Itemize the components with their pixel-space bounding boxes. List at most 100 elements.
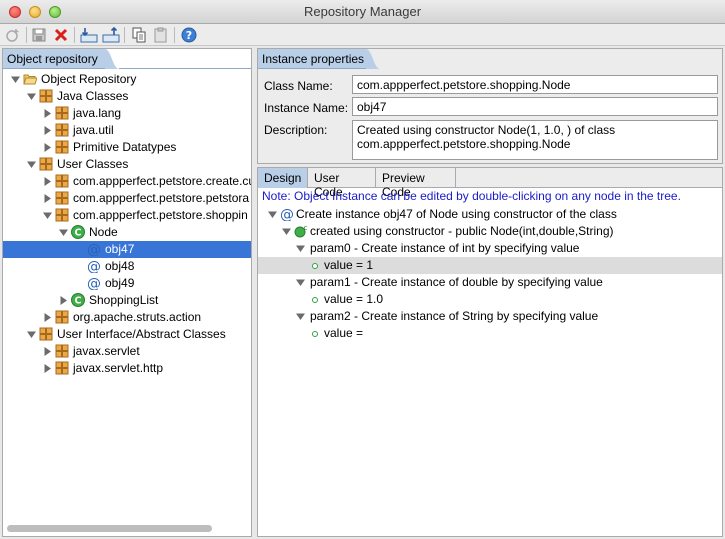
design-node[interactable]: value = 1.0 (258, 291, 722, 308)
instance-properties-panel: Instance properties Class Name: com.appp… (257, 48, 723, 164)
collapsed-arrow-icon[interactable] (43, 347, 52, 356)
collapsed-arrow-icon[interactable] (43, 313, 52, 322)
title-bar: Repository Manager (0, 0, 725, 24)
tree-node[interactable]: com.appperfect.petstore.create.cu (3, 173, 251, 190)
tree-node[interactable]: Primitive Datatypes (3, 139, 251, 156)
tree-node-label: java.lang (73, 106, 122, 120)
expanded-arrow-icon[interactable] (282, 227, 291, 236)
tree-node[interactable]: @ obj47 (3, 241, 251, 258)
design-node-label: created using constructor - public Node(… (310, 224, 614, 238)
design-node[interactable]: @ Create instance obj47 of Node using con… (258, 206, 722, 223)
scrollbar-thumb[interactable] (7, 525, 212, 532)
toolbar-separator (74, 27, 75, 43)
tree-node[interactable]: User Classes (3, 156, 251, 173)
tree-node[interactable]: javax.servlet (3, 343, 251, 360)
edit-note: Note: Object Instance can be edited by d… (262, 189, 681, 203)
tree-node[interactable]: @ obj48 (3, 258, 251, 275)
collapsed-arrow-icon[interactable] (43, 143, 52, 152)
tree-node-label: Primitive Datatypes (73, 140, 177, 154)
tree-node[interactable]: @ obj49 (3, 275, 251, 292)
tree-node[interactable]: Java Classes (3, 88, 251, 105)
instance-icon: @ (87, 259, 101, 275)
import-icon[interactable] (80, 26, 98, 44)
expanded-arrow-icon[interactable] (43, 211, 52, 220)
collapsed-arrow-icon[interactable] (43, 126, 52, 135)
package-icon (55, 191, 69, 205)
tree-node-label: com.appperfect.petstore.petstora (73, 191, 250, 205)
tab-design[interactable]: Design (258, 168, 308, 188)
tree-node[interactable]: javax.servlet.http (3, 360, 251, 377)
tree-node[interactable]: C ShoppingList (3, 292, 251, 309)
design-node[interactable]: value = (258, 325, 722, 342)
tree-node-label: Object Repository (41, 72, 137, 86)
tree-node[interactable]: org.apache.struts.action (3, 309, 251, 326)
tab-user-code[interactable]: User Code (308, 168, 376, 199)
expanded-arrow-icon[interactable] (296, 244, 305, 253)
copy-icon[interactable] (130, 26, 148, 44)
tree-node[interactable]: java.lang (3, 105, 251, 122)
tree-node[interactable]: com.appperfect.petstore.petstora (3, 190, 251, 207)
expanded-arrow-icon[interactable] (27, 160, 36, 169)
tree-node[interactable]: Object Repository (3, 71, 251, 88)
design-vertical-scrollbar[interactable] (712, 188, 722, 536)
class-icon: C (71, 225, 85, 239)
export-icon[interactable] (102, 26, 120, 44)
package-icon (55, 208, 69, 222)
tree-node[interactable]: com.appperfect.petstore.shoppin (3, 207, 251, 224)
expanded-arrow-icon[interactable] (59, 228, 68, 237)
tree-node[interactable]: C Node (3, 224, 251, 241)
expanded-arrow-icon[interactable] (296, 312, 305, 321)
delete-icon[interactable] (52, 26, 70, 44)
constructor-icon: c (294, 224, 308, 238)
design-panel: Design User Code Preview Code Note: Obje… (257, 167, 723, 537)
object-repository-tab[interactable]: Object repository (3, 49, 119, 69)
design-node[interactable]: value = 1 (258, 257, 722, 274)
collapsed-arrow-icon[interactable] (43, 364, 52, 373)
design-node[interactable]: param1 - Create instance of double by sp… (258, 274, 722, 291)
class-name-field[interactable]: com.appperfect.petstore.shopping.Node (352, 75, 718, 94)
tree-node-label: obj47 (105, 242, 135, 256)
toolbar-separator (26, 27, 27, 43)
paste-icon[interactable] (152, 26, 170, 44)
tab-design-label: Design (264, 171, 302, 185)
help-icon[interactable]: ? (180, 26, 198, 44)
instance-icon: @ (280, 207, 294, 223)
description-field[interactable]: Created using constructor Node(1, 1.0, )… (352, 120, 718, 160)
tree-node[interactable]: java.util (3, 122, 251, 139)
svg-text:C: C (75, 228, 82, 239)
description-line: Created using constructor Node(1, 1.0, )… (357, 123, 616, 137)
save-icon[interactable] (30, 26, 48, 44)
design-node[interactable]: c created using constructor - public Node… (258, 223, 722, 240)
value-node-icon (312, 297, 318, 303)
design-node-label: value = (324, 326, 364, 340)
window-title: Repository Manager (303, 4, 422, 19)
design-node[interactable]: param2 - Create instance of String by sp… (258, 308, 722, 325)
tree-node[interactable]: User Interface/Abstract Classes (3, 326, 251, 343)
expanded-arrow-icon[interactable] (268, 210, 277, 219)
instance-name-label: Instance Name: (264, 101, 349, 115)
collapsed-arrow-icon[interactable] (43, 109, 52, 118)
description-label: Description: (264, 123, 328, 137)
design-tabs: Design User Code Preview Code (258, 168, 722, 199)
design-node[interactable]: param0 - Create instance of int by speci… (258, 240, 722, 257)
tree-node-label: Node (89, 225, 118, 239)
instance-name-field[interactable]: obj47 (352, 97, 718, 116)
tree-horizontal-scrollbar[interactable] (5, 522, 249, 534)
tree-node-label: com.appperfect.petstore.create.cu (73, 174, 251, 188)
package-icon (55, 310, 69, 324)
folder-open-icon (23, 72, 38, 86)
tab-preview-code[interactable]: Preview Code (376, 168, 456, 199)
collapsed-arrow-icon[interactable] (43, 177, 52, 186)
instance-properties-tab[interactable]: Instance properties (258, 49, 380, 69)
expanded-arrow-icon[interactable] (296, 278, 305, 287)
collapsed-arrow-icon[interactable] (59, 296, 68, 305)
toolbar-separator (174, 27, 175, 43)
collapsed-arrow-icon[interactable] (43, 194, 52, 203)
expanded-arrow-icon[interactable] (27, 92, 36, 101)
package-icon (55, 344, 69, 358)
class-name-label: Class Name: (264, 79, 333, 93)
add-icon[interactable] (4, 26, 22, 44)
expanded-arrow-icon[interactable] (27, 330, 36, 339)
object-repository-tree[interactable]: Object Repository Java Classes java.lang ja… (3, 71, 251, 511)
expanded-arrow-icon[interactable] (11, 75, 20, 84)
